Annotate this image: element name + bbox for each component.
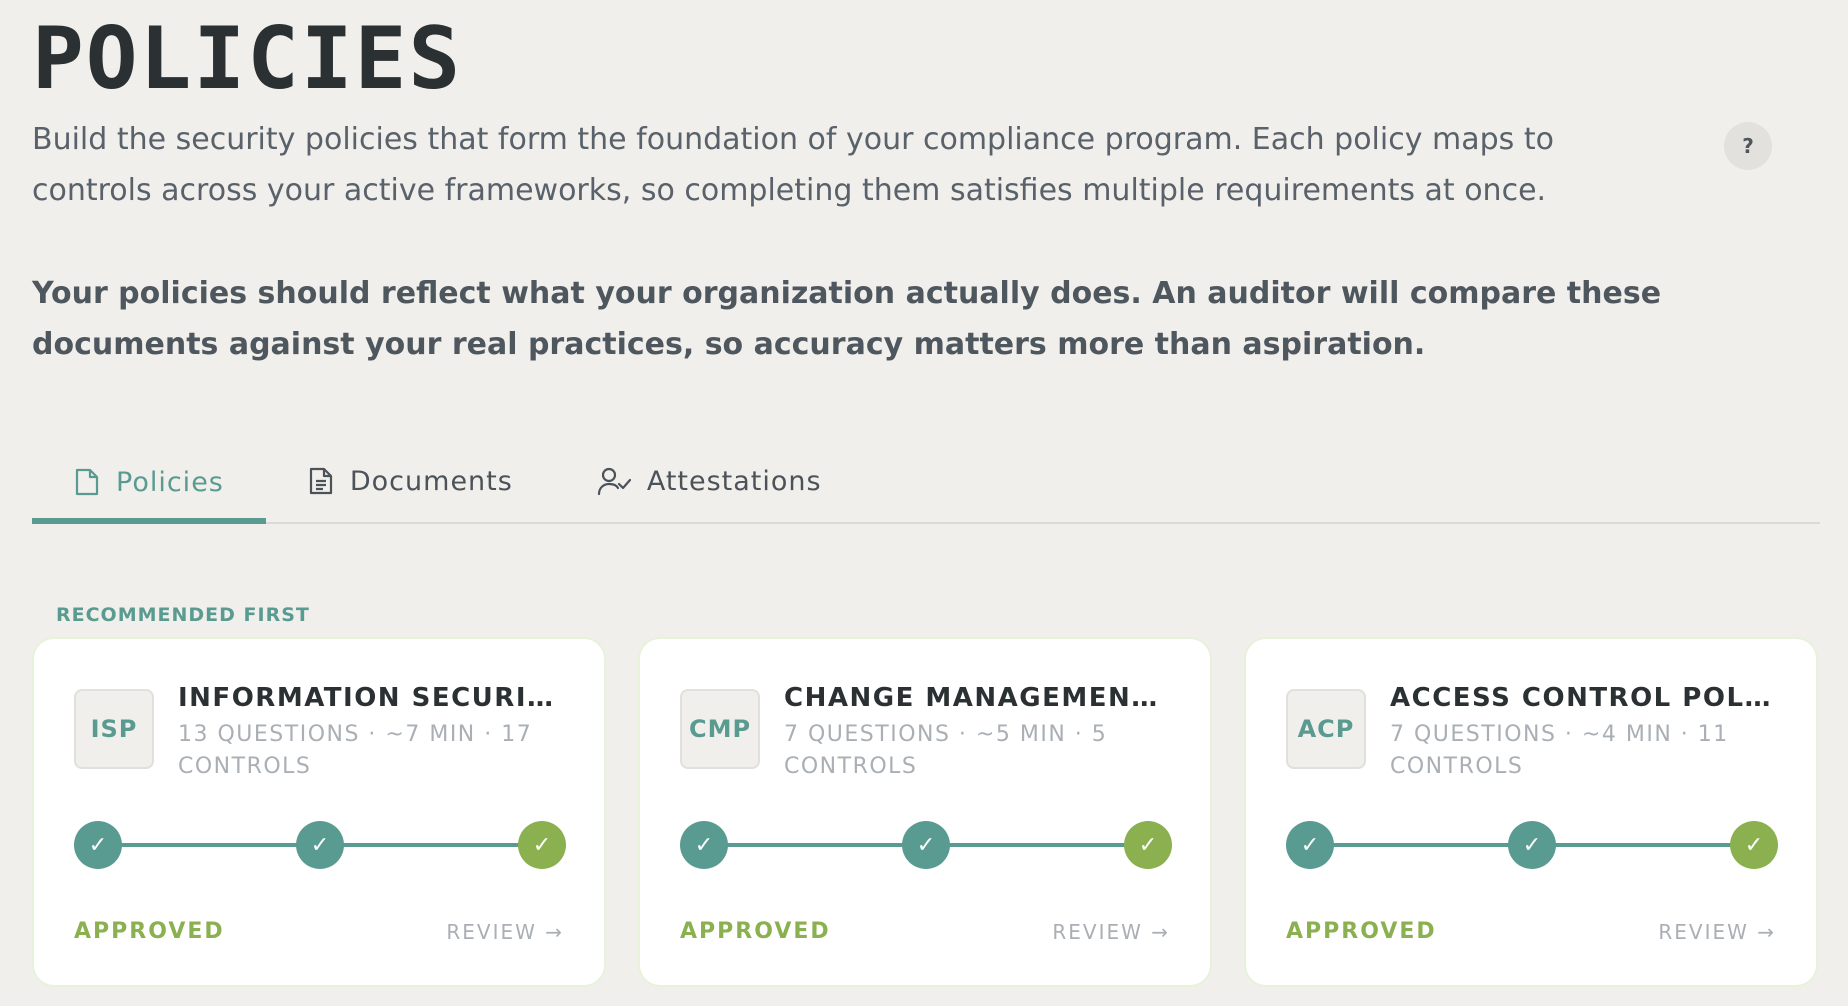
tab-label: Documents <box>349 465 513 497</box>
document-text-icon <box>308 466 334 496</box>
policy-card-list: ISP INFORMATION SECURITY… 13 QUESTIONS ·… <box>32 637 1818 987</box>
file-icon <box>74 467 100 497</box>
status-badge: APPROVED <box>1286 919 1437 944</box>
policy-title: ACCESS CONTROL POLI… <box>1390 683 1780 713</box>
policy-card-acp[interactable]: ACP ACCESS CONTROL POLI… 7 QUESTIONS · ~… <box>1244 637 1818 987</box>
tab-bar: Policies Documents Attestations <box>32 442 1820 524</box>
step-check-icon: ✓ <box>1730 821 1778 869</box>
review-link[interactable]: REVIEW → <box>1658 920 1776 944</box>
policy-card-isp[interactable]: ISP INFORMATION SECURITY… 13 QUESTIONS ·… <box>32 637 606 987</box>
tab-attestations[interactable]: Attestations <box>555 442 864 520</box>
policy-meta: 13 QUESTIONS · ~7 MIN · 17 CONTROLS <box>178 722 533 779</box>
policies-page: POLICIES Build the security policies tha… <box>0 0 1848 1006</box>
review-link[interactable]: REVIEW → <box>1052 920 1170 944</box>
policy-meta: 7 QUESTIONS · ~4 MIN · 11 CONTROLS <box>1390 722 1729 779</box>
help-button[interactable]: ? <box>1724 122 1772 170</box>
step-check-icon: ✓ <box>296 821 344 869</box>
policy-title: CHANGE MANAGEMENT … <box>784 683 1174 713</box>
section-label: RECOMMENDED FIRST <box>56 604 310 626</box>
tab-label: Policies <box>116 466 224 498</box>
review-link[interactable]: REVIEW → <box>446 920 564 944</box>
step-check-icon: ✓ <box>680 821 728 869</box>
user-check-icon <box>597 466 631 496</box>
step-check-icon: ✓ <box>518 821 566 869</box>
step-check-icon: ✓ <box>902 821 950 869</box>
progress-steps: ✓ ✓ ✓ <box>74 821 566 869</box>
policy-card-cmp[interactable]: CMP CHANGE MANAGEMENT … 7 QUESTIONS · ~5… <box>638 637 1212 987</box>
tab-policies[interactable]: Policies <box>32 442 266 524</box>
policy-title: INFORMATION SECURITY… <box>178 683 568 713</box>
progress-steps: ✓ ✓ ✓ <box>680 821 1172 869</box>
status-badge: APPROVED <box>74 919 225 944</box>
intro-text: Build the security policies that form th… <box>32 122 1554 209</box>
policy-meta: 7 QUESTIONS · ~5 MIN · 5 CONTROLS <box>784 722 1108 779</box>
page-title: POLICIES <box>32 9 463 109</box>
status-badge: APPROVED <box>680 919 831 944</box>
emphasis-text: Your policies should reflect what your o… <box>32 276 1662 363</box>
step-check-icon: ✓ <box>1124 821 1172 869</box>
step-check-icon: ✓ <box>74 821 122 869</box>
step-check-icon: ✓ <box>1508 821 1556 869</box>
policy-badge: CMP <box>680 689 760 769</box>
policy-badge: ISP <box>74 689 154 769</box>
policy-badge: ACP <box>1286 689 1366 769</box>
tab-label: Attestations <box>646 465 822 497</box>
step-check-icon: ✓ <box>1286 821 1334 869</box>
tab-documents[interactable]: Documents <box>266 442 555 520</box>
progress-steps: ✓ ✓ ✓ <box>1286 821 1778 869</box>
